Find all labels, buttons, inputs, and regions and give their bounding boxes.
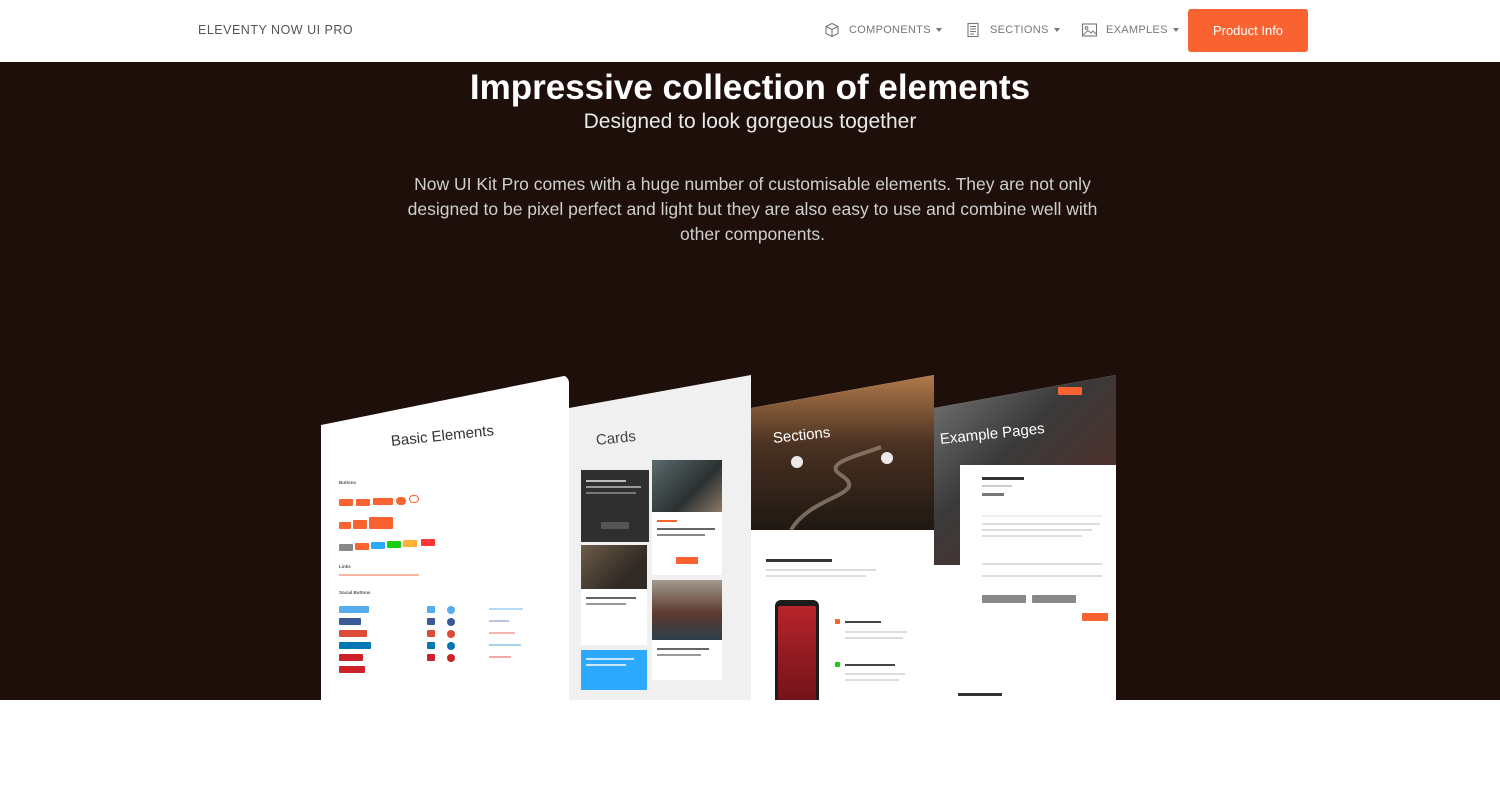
nav-components-dropdown[interactable]: COMPONENTS xyxy=(823,20,942,40)
mini-card-image xyxy=(581,545,647,645)
panel-title: Cards xyxy=(595,427,637,449)
hero-subtitle: Designed to look gorgeous together xyxy=(583,110,917,133)
nav-components-label: COMPONENTS xyxy=(849,24,931,36)
hero-description: Now UI Kit Pro comes with a huge number … xyxy=(407,174,1098,244)
cube-icon xyxy=(823,21,841,39)
nav-examples-dropdown[interactable]: EXAMPLES xyxy=(1080,20,1179,40)
nav-examples-label: EXAMPLES xyxy=(1106,24,1168,36)
sections-preview: Sections xyxy=(751,375,934,700)
mini-card-blue xyxy=(581,650,647,690)
mini-phone xyxy=(775,600,819,700)
nav-sections-label: SECTIONS xyxy=(990,24,1049,36)
caret-down-icon xyxy=(935,28,942,32)
document-icon xyxy=(964,21,982,39)
product-info-button[interactable]: Product Info xyxy=(1188,9,1308,52)
hero-title: Impressive collection of elements xyxy=(469,68,1031,107)
page-below-hero xyxy=(0,700,1500,800)
caret-down-icon xyxy=(1172,28,1179,32)
cards-preview: Cards xyxy=(569,375,751,700)
mini-card-photo xyxy=(652,460,722,575)
mini-card-dark xyxy=(581,470,649,542)
image-icon xyxy=(1080,21,1098,39)
nav-sections-dropdown[interactable]: SECTIONS xyxy=(964,20,1060,40)
mini-product-card xyxy=(960,465,1116,635)
caret-down-icon xyxy=(1053,28,1060,32)
example-pages-preview: Example Pages xyxy=(934,375,1116,700)
basic-elements-preview: Basic Elements Buttons Links Social Butt… xyxy=(321,375,569,700)
mini-buttons-group: Buttons Links Social Buttons xyxy=(339,480,559,700)
hero-section: Impressive collection of elements Design… xyxy=(0,62,1500,700)
navbar: ELEVENTY NOW UI PRO COMPONENTS SECTIONS … xyxy=(0,0,1500,62)
brand-link[interactable]: ELEVENTY NOW UI PRO xyxy=(198,23,353,37)
sections-hero-image xyxy=(751,375,934,532)
mini-card-landscape xyxy=(652,580,722,680)
panel-title: Basic Elements xyxy=(390,422,495,450)
